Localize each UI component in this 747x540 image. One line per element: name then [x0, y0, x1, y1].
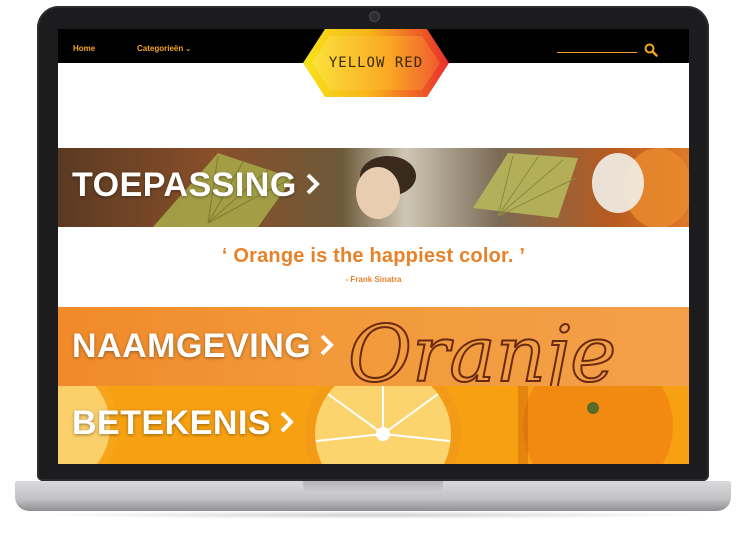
banner-title: BETEKENIS [72, 404, 272, 442]
chevron-right-icon [279, 404, 295, 443]
nav-categories-dropdown[interactable]: Categorieën ⌄ [137, 44, 191, 53]
quote-author: - Frank Sinatra [345, 275, 402, 284]
quote-section: ‘ Orange is the happiest color. ’ - Fran… [58, 227, 689, 307]
chevron-down-icon: ⌄ [185, 46, 192, 53]
banner-label-naamgeving: NAAMGEVING [72, 327, 335, 366]
nav-categories-label: Categorieën [137, 44, 184, 53]
logo-text: YELLOW RED [328, 55, 424, 71]
banner-label-betekenis: BETEKENIS [72, 404, 295, 443]
webcam [369, 11, 380, 22]
oranje-script-text: Oranje [348, 310, 616, 386]
banner-label-toepassing: TOEPASSING [72, 166, 321, 205]
laptop-notch [303, 481, 443, 494]
chevron-right-icon [305, 166, 321, 205]
banner-title: NAAMGEVING [72, 327, 312, 365]
logo[interactable]: YELLOW RED [303, 29, 449, 97]
banner-betekenis[interactable]: BETEKENIS [58, 386, 689, 464]
nav-home-link[interactable]: Home [73, 44, 95, 53]
laptop-shadow [30, 511, 716, 519]
search-input[interactable] [557, 52, 637, 53]
chevron-right-icon [319, 327, 335, 366]
screen: Home Categorieën ⌄ YELLOW RED TOEPASSING… [58, 29, 689, 464]
banner-title: TOEPASSING [72, 166, 297, 204]
search-icon[interactable] [644, 43, 658, 57]
banner-toepassing[interactable]: TOEPASSING [58, 148, 689, 227]
quote-text: ‘ Orange is the happiest color. ’ [221, 245, 526, 267]
banner-naamgeving[interactable]: Oranje NAAMGEVING [58, 307, 689, 386]
